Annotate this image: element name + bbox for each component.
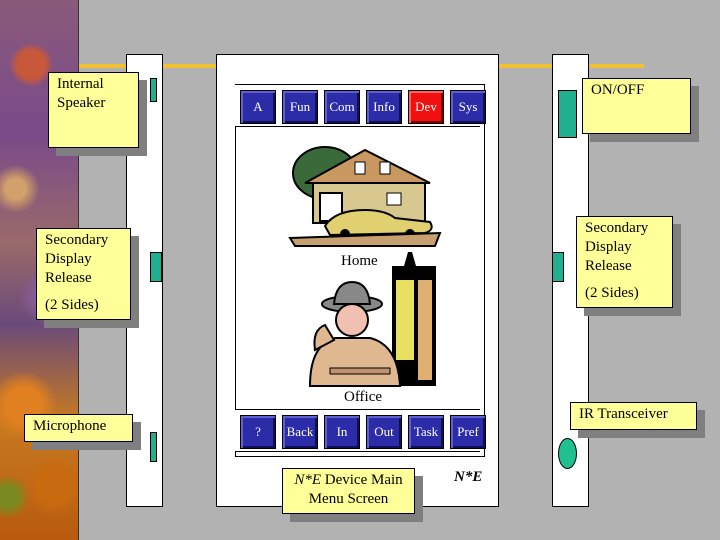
- callout-text: Microphone: [33, 418, 107, 434]
- top-button-bar: A Fun Com Info Dev Sys: [235, 84, 486, 127]
- callout-text: ON/OFF: [591, 82, 645, 98]
- button-dev[interactable]: Dev: [408, 90, 444, 124]
- button-a[interactable]: A: [240, 90, 276, 124]
- button-task[interactable]: Task: [408, 415, 444, 449]
- callout-text: Display: [585, 239, 632, 255]
- skyscraper-spire: [404, 252, 416, 266]
- button-com[interactable]: Com: [324, 90, 360, 124]
- secondary-display-release-right-hardware: [552, 252, 564, 282]
- internal-speaker-hardware: [150, 78, 157, 102]
- button-fun[interactable]: Fun: [282, 90, 318, 124]
- button-info[interactable]: Info: [366, 90, 402, 124]
- callout-secondary-display-release-left: Secondary Display Release (2 Sides): [36, 228, 131, 320]
- house-with-car-icon[interactable]: [285, 138, 445, 248]
- callout-text: Release: [45, 270, 92, 286]
- callout-text: Secondary: [585, 220, 649, 236]
- callout-text: (2 Sides): [585, 285, 639, 301]
- button-out[interactable]: Out: [366, 415, 402, 449]
- dormer-window: [354, 161, 366, 175]
- callout-on-off: ON/OFF: [582, 78, 691, 134]
- businessman-with-skyscraper-icon[interactable]: [300, 250, 450, 388]
- secondary-display-release-left-hardware: [150, 252, 162, 282]
- callout-text: IR Transceiver: [579, 406, 668, 422]
- driveway: [288, 231, 442, 247]
- callout-text: Release: [585, 258, 632, 274]
- man-belt: [329, 367, 391, 375]
- button-pref[interactable]: Pref: [450, 415, 486, 449]
- callout-text: Speaker: [57, 95, 106, 111]
- callout-text: (2 Sides): [45, 297, 99, 313]
- callout-text: Display: [45, 251, 92, 267]
- caption-text: Device Main: [321, 472, 403, 488]
- ir-transceiver-hardware: [558, 438, 577, 469]
- office-label[interactable]: Office: [344, 389, 382, 406]
- callout-text: Internal: [57, 76, 104, 92]
- button-help[interactable]: ?: [240, 415, 276, 449]
- man-hat-crown: [332, 280, 372, 305]
- caption-text: Menu Screen: [308, 491, 389, 507]
- callout-ir-transceiver: IR Transceiver: [570, 402, 697, 430]
- callout-internal-speaker: Internal Speaker: [48, 72, 139, 148]
- dormer-window: [379, 161, 391, 175]
- button-back[interactable]: Back: [282, 415, 318, 449]
- callout-secondary-display-release-right: Secondary Display Release (2 Sides): [576, 216, 673, 308]
- house-window: [386, 192, 402, 206]
- bottom-button-bar: ? Back In Out Task Pref: [235, 409, 486, 452]
- button-in[interactable]: In: [324, 415, 360, 449]
- caption-brand: N*E: [294, 472, 322, 488]
- caption-device-main-menu: N*E Device Main Menu Screen: [282, 468, 415, 514]
- callout-microphone: Microphone: [24, 414, 133, 442]
- button-sys[interactable]: Sys: [450, 90, 486, 124]
- skyscraper-lit-side: [418, 280, 432, 380]
- device-brand-logo: N*E: [454, 469, 483, 485]
- microphone-hardware: [150, 432, 157, 462]
- skyscraper-lit-side: [396, 280, 414, 360]
- on-off-hardware: [558, 90, 577, 138]
- man-face: [335, 303, 369, 337]
- callout-text: Secondary: [45, 232, 109, 248]
